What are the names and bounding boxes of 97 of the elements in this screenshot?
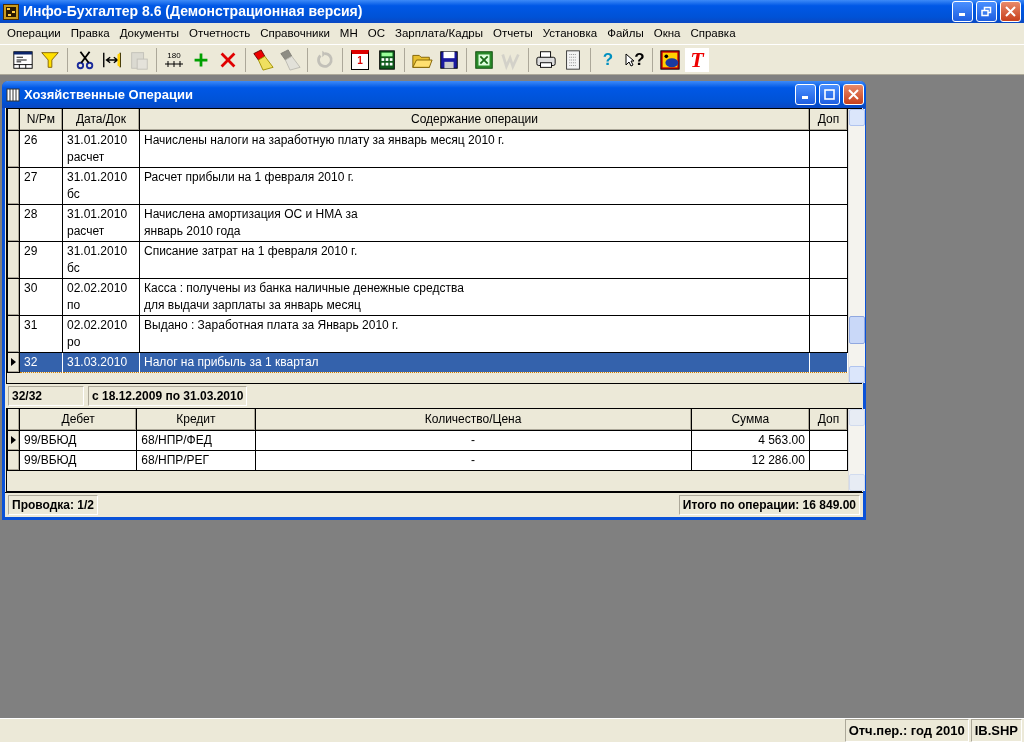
column-header[interactable]: N/Рм	[19, 109, 63, 130]
operation-description: Выдано : Заработная плата за Январь 2010 г.	[144, 316, 400, 334]
menu-item[interactable]: Отчетность	[183, 23, 256, 44]
minimize-button[interactable]	[952, 1, 973, 22]
refresh-icon	[314, 48, 336, 71]
menu-item[interactable]: МН	[334, 23, 363, 44]
table-cell: 30	[19, 278, 63, 315]
date-text: 02.02.2010	[67, 279, 129, 297]
menu-item[interactable]: Документы	[114, 23, 184, 44]
column-header[interactable]: Дебет	[19, 409, 137, 430]
menu-item[interactable]: Справочники	[255, 23, 335, 44]
menu-item[interactable]: Установка	[537, 23, 603, 44]
flashlight-button[interactable]	[251, 47, 275, 72]
printer-icon	[535, 48, 557, 71]
menu-item[interactable]: Справка	[685, 23, 741, 44]
status-text: IB.SHP	[970, 718, 1022, 742]
row-pointer-icon	[11, 436, 16, 444]
column-header[interactable]: Содержание операции	[139, 109, 810, 130]
table-cell: 26	[19, 130, 63, 167]
row-pointer-icon	[11, 358, 16, 366]
maximize-icon	[824, 89, 835, 100]
date-text: 31.01.2010	[67, 242, 129, 260]
child-window-title: Хозяйственные Операции	[24, 85, 193, 104]
window-title: Инфо-Бухгалтер 8.6 (Демонстрационная версия)	[23, 2, 363, 21]
menu-item[interactable]: ОС	[362, 23, 390, 44]
menu-item[interactable]: Окна	[648, 23, 686, 44]
operation-description: для выдачи зарплаты за январь месяц	[144, 296, 362, 314]
flashlight-icon	[279, 48, 301, 71]
status-text: Отч.пер.: год 2010	[844, 718, 969, 742]
operation-description: Расчет прибыли на 1 февраля 2010 г.	[144, 168, 355, 186]
context-help-button[interactable]: ?	[623, 47, 647, 72]
column-header[interactable]: Сумма	[691, 409, 810, 430]
operation-description: Налог на прибыль за 1 квартал	[144, 353, 320, 371]
grid-icon	[12, 48, 34, 71]
calculator-icon	[376, 48, 398, 71]
table-cell: -	[255, 450, 692, 470]
table-cell: 29	[19, 241, 63, 278]
operation-description: Начислены налоги на заработную плату за январь месяц 2010 г.	[144, 131, 506, 149]
operation-description: январь 2010 года	[144, 222, 242, 240]
table-cell: 28	[19, 204, 63, 241]
font-button[interactable]: T	[685, 47, 709, 72]
document-type: бс	[67, 259, 81, 277]
table-cell: 99/ВБЮД	[19, 450, 137, 470]
context-help-icon	[625, 52, 635, 67]
menu-item[interactable]: Зарплата/Кадры	[390, 23, 488, 44]
app-logo-icon	[659, 48, 681, 71]
table-row[interactable]: 99/ВБЮД 68/НПР/ФЕД - 4 563.00	[7, 430, 848, 450]
close-button[interactable]	[843, 84, 864, 105]
date-text: 02.02.2010	[67, 316, 129, 334]
date-text: 31.01.2010	[67, 131, 129, 149]
period-text: с 18.12.2009 по 31.03.2010	[88, 386, 248, 406]
spreadsheet-icon	[473, 48, 495, 71]
column-header[interactable]: Доп	[809, 409, 848, 430]
table-cell: 12 286.00	[691, 450, 810, 470]
flashlight-icon	[252, 48, 274, 71]
entry-counter: Проводка: 1/2	[8, 495, 98, 515]
column-header[interactable]: Количество/Цена	[255, 409, 692, 430]
close-icon	[848, 89, 859, 100]
numbering-button[interactable]: 180	[162, 47, 186, 72]
book-icon	[6, 87, 20, 102]
table-cell: -	[255, 430, 692, 450]
maximize-button[interactable]	[819, 84, 840, 105]
scrollbar[interactable]	[848, 109, 865, 383]
column-header[interactable]: Дата/Док	[62, 109, 140, 130]
table-row[interactable]: 99/ВБЮД 68/НПР/РЕГ - 12 286.00	[7, 450, 848, 470]
document-type: расчет	[67, 148, 106, 166]
date-text: 31.03.2010	[67, 353, 129, 371]
close-icon	[1005, 6, 1016, 17]
column-header[interactable]: Доп	[809, 109, 848, 130]
table-cell: 68/НПР/РЕГ	[136, 450, 256, 470]
document-type: ро	[67, 333, 82, 351]
record-count: 32/32	[8, 386, 84, 406]
scroll-thumb[interactable]	[849, 316, 865, 344]
date-text: 31.01.2010	[67, 168, 129, 186]
restore-icon	[981, 6, 992, 17]
calendar-button[interactable]: 1	[348, 47, 372, 72]
operation-description: Касса : получены из банка наличные денежные средства	[144, 279, 465, 297]
menu-item[interactable]: Операции	[2, 23, 66, 44]
app-logo-button[interactable]	[658, 47, 682, 72]
document-type: расчет	[67, 222, 106, 240]
menu-item[interactable]: Отчеты	[488, 23, 538, 44]
date-text: 31.01.2010	[67, 205, 129, 223]
operation-description: Списание затрат на 1 февраля 2010 г.	[144, 242, 359, 260]
minimize-button[interactable]	[795, 84, 816, 105]
restore-button[interactable]	[976, 1, 997, 22]
menu-item[interactable]: Правка	[65, 23, 115, 44]
table-cell: 31	[19, 315, 63, 352]
document-type: по	[67, 296, 82, 314]
operation-description: Начислена амортизация ОС и НМА за	[144, 205, 359, 223]
document-type: бс	[67, 185, 81, 203]
numbering-icon	[164, 60, 184, 68]
menu-item[interactable]: Файлы	[602, 23, 649, 44]
close-button[interactable]	[1000, 1, 1021, 22]
table-cell: 27	[19, 167, 63, 204]
abacus-icon	[3, 3, 19, 20]
column-header[interactable]: Кредит	[136, 409, 256, 430]
operation-total: Итого по операции: 16 849.00	[678, 495, 860, 515]
